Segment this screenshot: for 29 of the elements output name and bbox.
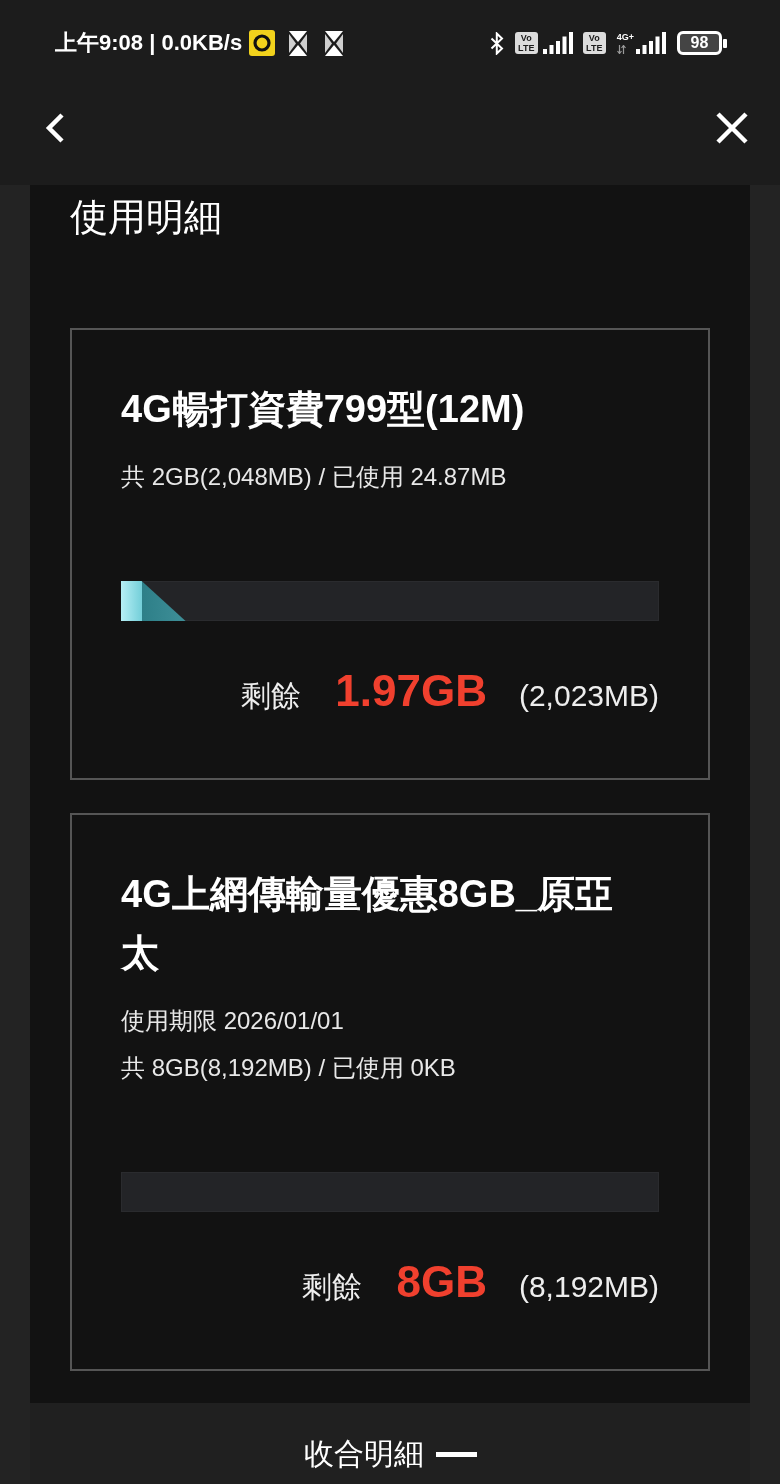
plan-detail: 使用期限 2026/01/01 — [121, 1006, 345, 1036]
plan-detail: 共 8GB(8,192MB) / 已使用 0KB — [121, 1053, 457, 1083]
battery-level: 98 — [677, 31, 722, 55]
remaining-amount: 1.97GB — [335, 665, 487, 717]
volte-badge: Vo LTE — [514, 32, 538, 54]
ring-icon — [249, 30, 276, 56]
remaining-label: 剩餘 — [241, 678, 302, 714]
plan-detail: 共 2GB(2,048MB) / 已使用 24.87MB — [121, 462, 508, 492]
hourglass-icon — [325, 30, 344, 56]
minus-icon — [435, 1451, 477, 1457]
plan-title: 4G暢打資費799型(12M) — [121, 387, 526, 432]
collapse-button[interactable]: 收合明細 — [303, 1429, 477, 1479]
volte-badge: Vo LTE — [582, 32, 606, 54]
network-type: 4G+ — [616, 32, 634, 42]
signal-icon — [542, 32, 573, 54]
battery-cap-icon — [723, 38, 727, 48]
bluetooth-icon — [489, 31, 504, 55]
data-arrows-icon — [616, 45, 626, 54]
status-text: 上午9:08 | 0.0KB/s — [55, 32, 243, 54]
close-button[interactable] — [716, 111, 748, 144]
remaining-label: 剩餘 — [302, 1269, 363, 1305]
close-icon — [716, 111, 748, 144]
signal-icon — [636, 32, 666, 54]
section-title: 使用明細 — [70, 195, 223, 240]
plan-title: 4G上網傳輸量優惠8GB_原亞太 — [121, 872, 614, 976]
remaining-amount: 8GB — [396, 1256, 487, 1308]
remaining-megabytes: (8,192MB) — [518, 1269, 659, 1305]
remaining-megabytes: (2,023MB) — [518, 678, 659, 714]
hourglass-icon — [289, 30, 308, 56]
